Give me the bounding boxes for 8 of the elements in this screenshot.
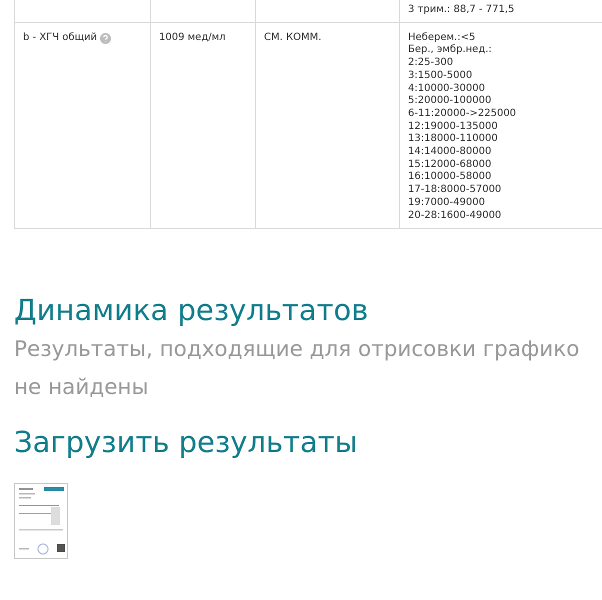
- section-title: Динамика результатов: [14, 293, 370, 328]
- cell-text: СМ. КОММ.: [264, 32, 322, 44]
- reference-range: 3 трим.: 88,7 - 771,5: [408, 4, 514, 17]
- cell-text: 1009 мед/мл: [159, 32, 226, 44]
- reference-range: Неберем.:<5 Бер., эмбр.нед.: 2:25-300 3:1500-5000 4:10000-30000 5:20000-100000 6-11:20000->225000 12:19000-135000 13:18000-110000 14:14000-80000 15:12000-68000 16:10000-58000 17-18:8000-57000 19:7000-49000 20-28:1600-49000: [408, 32, 516, 222]
- section-title: Загрузить результаты: [14, 425, 359, 460]
- empty-message: Результаты, подходящие для отрисовки графико не найдены: [14, 336, 580, 402]
- cell-text: b - ХГЧ общий: [23, 32, 97, 44]
